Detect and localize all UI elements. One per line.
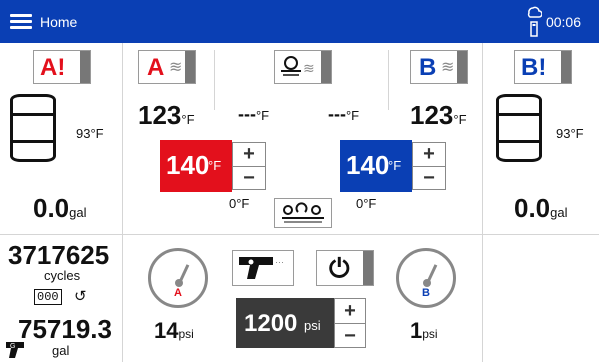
svg-text:⋯: ⋯	[275, 257, 284, 267]
heater-b-plus-button[interactable]: +	[413, 143, 445, 167]
heater-a-stepper[interactable]: + −	[232, 142, 266, 190]
heater-a-low-temp: 0°F	[229, 196, 250, 211]
pressure-b-gauge-icon: B	[396, 248, 456, 308]
tank-a-alert-label: A!	[40, 54, 66, 81]
heater-b-actual-temp: 123°F	[410, 100, 467, 130]
svg-text:≋: ≋	[303, 60, 315, 76]
tank-b-drum-icon	[496, 94, 542, 162]
hose-heat-icon: ≋	[281, 56, 315, 76]
tank-a-temp: 93°F	[76, 126, 104, 141]
hose-temp-b: ---°F	[328, 104, 360, 124]
heater-a-setpoint[interactable]: 140 °F	[160, 140, 232, 192]
hose-heat-button[interactable]: ≋	[274, 50, 332, 84]
gallon-count: 75719.3	[18, 314, 112, 344]
heater-a-actual-temp: 123°F	[138, 100, 195, 130]
counter-reset-button[interactable]: 000 ↺	[32, 288, 92, 307]
pressure-plus-button[interactable]: +	[335, 299, 365, 324]
heater-b-minus-button[interactable]: −	[413, 167, 445, 190]
heater-a-plus-button[interactable]: +	[233, 143, 265, 167]
heater-b-stepper[interactable]: + −	[412, 142, 446, 190]
page-title: Home	[40, 14, 78, 30]
counter-reset-value: 000	[34, 289, 62, 305]
top-bar: Home 00:06	[0, 0, 599, 43]
cloud-usb-icon	[526, 4, 543, 38]
cycles-label: cycles	[44, 268, 81, 283]
spray-gun-small-icon: G	[6, 342, 24, 358]
recirculation-button[interactable]	[274, 198, 332, 228]
heat-wave-icon: ≋	[169, 59, 183, 76]
tank-b-alert-button[interactable]: B!	[514, 50, 572, 84]
heater-a-label: A	[147, 54, 165, 81]
pressure-b-value: 1psi	[410, 318, 438, 343]
tank-b-temp: 93°F	[556, 126, 584, 141]
gallons-label: gal	[52, 343, 70, 358]
svg-text:G: G	[10, 343, 15, 350]
pressure-minus-button[interactable]: −	[335, 324, 365, 348]
heater-b-label: B	[419, 54, 437, 81]
heater-a-minus-button[interactable]: −	[233, 167, 265, 190]
tank-a-volume: 0.0gal	[33, 193, 87, 223]
heater-b-low-temp: 0°F	[356, 196, 377, 211]
power-icon: ⏻	[329, 253, 350, 283]
pressure-stepper[interactable]: + −	[334, 298, 366, 348]
hose-temp-a: ---°F	[238, 104, 270, 124]
power-button[interactable]: ⏻	[316, 250, 374, 286]
pressure-setpoint[interactable]: 1200 psi	[236, 298, 334, 348]
tank-a-alert-button[interactable]: A!	[33, 50, 91, 84]
menu-icon[interactable]	[10, 14, 32, 30]
heater-a-button[interactable]: A ≋	[138, 50, 196, 84]
recirculation-icon	[282, 202, 324, 223]
pressure-a-value: 14psi	[154, 318, 194, 343]
reset-icon: ↺	[74, 288, 87, 305]
spray-gun-button[interactable]: ⋯	[232, 250, 294, 286]
tank-a-drum-icon	[10, 94, 56, 162]
pressure-a-gauge-icon: A	[148, 248, 208, 308]
heater-b-setpoint[interactable]: 140 °F	[340, 140, 412, 192]
tank-b-alert-label: B!	[521, 54, 547, 81]
heat-wave-icon: ≋	[441, 59, 455, 76]
cycle-count: 3717625	[8, 240, 110, 270]
clock: 00:06	[545, 14, 581, 30]
tank-b-volume: 0.0gal	[514, 193, 568, 223]
heater-b-button[interactable]: B ≋	[410, 50, 468, 84]
spray-gun-icon: ⋯	[239, 257, 284, 279]
